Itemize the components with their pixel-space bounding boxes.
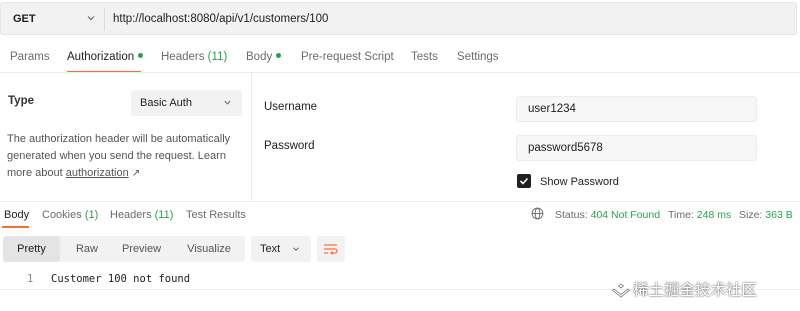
- tab-params[interactable]: Params: [10, 51, 50, 63]
- url-bar: GET http://localhost:8080/api/v1/custome…: [0, 2, 797, 35]
- wrap-lines-button[interactable]: [317, 236, 345, 262]
- response-divider: [0, 201, 800, 202]
- response-active-tab-indicator: [2, 226, 29, 228]
- tab-tests[interactable]: Tests: [411, 51, 438, 63]
- size-value: 363 B: [765, 209, 793, 221]
- username-label: Username: [264, 101, 318, 113]
- response-tab-headers-count: (11): [154, 209, 174, 221]
- line-number: 1: [27, 273, 34, 285]
- tab-headers-count: (11): [207, 51, 228, 63]
- show-password-label[interactable]: Show Password: [540, 176, 619, 188]
- response-status[interactable]: Status: 404 Not Found: [555, 209, 660, 221]
- time-label: Time:: [668, 209, 694, 221]
- response-view-group: Pretty Raw Preview Visualize: [3, 236, 245, 262]
- password-label: Password: [264, 140, 315, 152]
- chevron-down-icon: [293, 247, 299, 251]
- tab-body[interactable]: Body: [246, 51, 282, 63]
- time-value: 248 ms: [696, 209, 732, 221]
- auth-active-dot-icon: [138, 53, 144, 59]
- response-format-select[interactable]: Text: [251, 236, 311, 262]
- response-body-line[interactable]: Customer 100 not found: [51, 273, 190, 285]
- response-tab-cookies-label: Cookies: [42, 209, 82, 221]
- auth-type-label: Type: [8, 95, 34, 107]
- globe-icon[interactable]: [531, 207, 544, 220]
- tab-headers-label: Headers: [161, 51, 205, 63]
- view-raw-button[interactable]: Raw: [63, 236, 111, 262]
- juejin-logo-icon: [612, 283, 630, 297]
- external-link-arrow-icon: ↗: [131, 168, 141, 179]
- response-tab-headers[interactable]: Headers (11): [110, 209, 173, 221]
- tab-body-label: Body: [246, 51, 273, 63]
- response-tab-body[interactable]: Body: [4, 209, 29, 221]
- response-size[interactable]: Size: 363 B: [739, 209, 793, 221]
- wrap-lines-icon: [324, 244, 338, 255]
- response-tab-test-results[interactable]: Test Results: [186, 209, 246, 221]
- tab-prerequest-script[interactable]: Pre-request Script: [301, 51, 394, 63]
- chevron-down-icon: [224, 100, 231, 105]
- response-format-value: Text: [260, 243, 281, 255]
- view-visualize-button[interactable]: Visualize: [177, 236, 241, 262]
- username-field[interactable]: user1234: [516, 96, 757, 122]
- view-pretty-button[interactable]: Pretty: [3, 236, 60, 262]
- url-input[interactable]: http://localhost:8080/api/v1/customers/1…: [113, 13, 328, 25]
- tab-headers[interactable]: Headers (11): [161, 51, 227, 63]
- tab-authorization-label: Authorization: [67, 51, 135, 63]
- auth-type-select[interactable]: Basic Auth: [131, 90, 242, 116]
- request-tabs: Params Authorization Headers (11) Body P…: [0, 45, 800, 71]
- checkmark-icon: [519, 177, 529, 185]
- url-divider: [104, 8, 105, 31]
- status-label: Status:: [555, 209, 588, 221]
- tab-settings[interactable]: Settings: [457, 51, 499, 63]
- response-time[interactable]: Time: 248 ms: [668, 209, 731, 221]
- auth-type-panel: Type Basic Auth The authorization header…: [0, 73, 252, 201]
- http-method-select[interactable]: GET: [13, 13, 36, 25]
- watermark: 稀土掘金技术社区: [612, 278, 757, 300]
- chevron-down-icon[interactable]: [85, 12, 97, 24]
- auth-type-value: Basic Auth: [140, 97, 192, 109]
- status-value: 404 Not Found: [590, 209, 661, 221]
- response-tab-headers-label: Headers: [110, 209, 152, 221]
- size-label: Size:: [739, 209, 763, 221]
- tab-authorization[interactable]: Authorization: [67, 51, 144, 63]
- auth-description: The authorization header will be automat…: [7, 131, 247, 182]
- show-password-checkbox[interactable]: [517, 174, 531, 188]
- response-tab-cookies-count: (1): [84, 209, 99, 221]
- response-tab-cookies[interactable]: Cookies (1): [42, 209, 98, 221]
- view-preview-button[interactable]: Preview: [113, 236, 170, 262]
- password-field[interactable]: password5678: [516, 135, 757, 161]
- watermark-text: 稀土掘金技术社区: [633, 281, 758, 299]
- body-active-dot-icon: [276, 53, 282, 59]
- authorization-link[interactable]: authorization: [66, 167, 129, 179]
